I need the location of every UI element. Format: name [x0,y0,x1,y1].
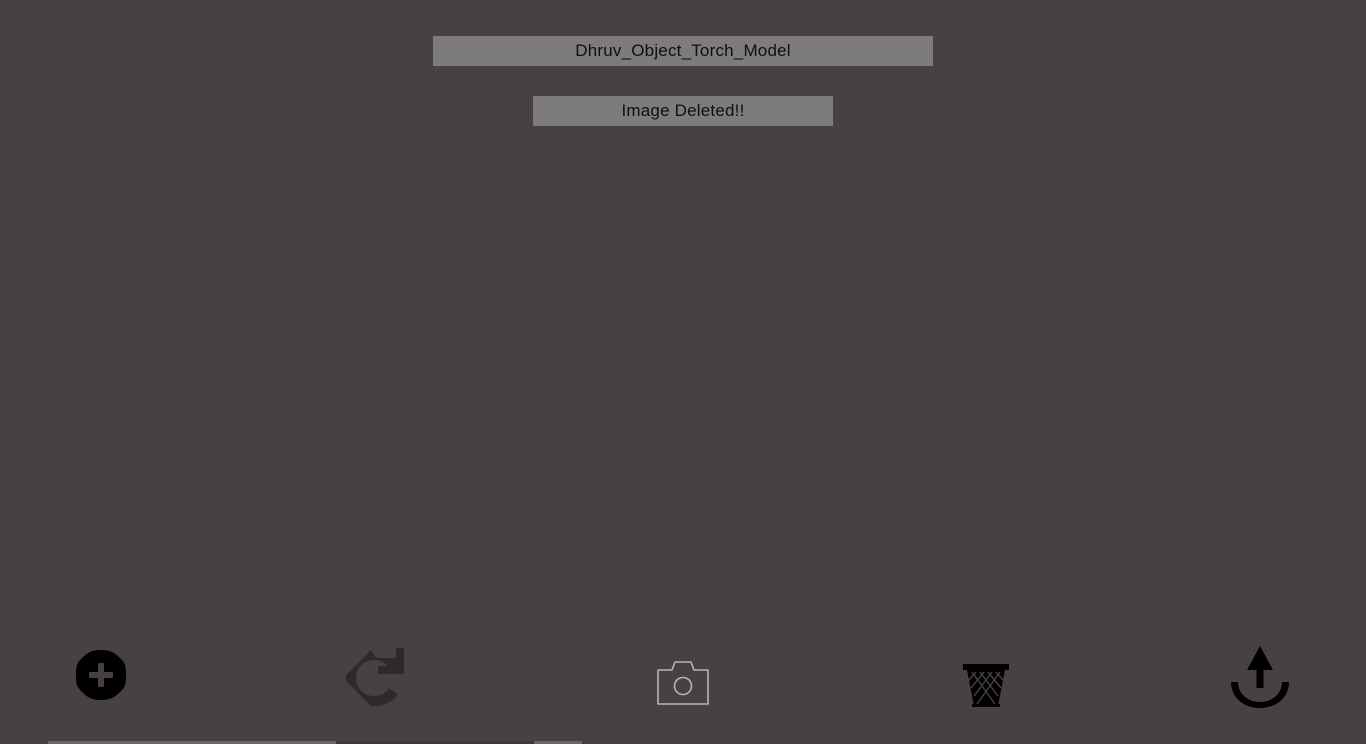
delete-button[interactable] [960,660,1012,710]
camera-button[interactable] [654,656,712,708]
app-screen: Dhruv_Object_Torch_Model Image Deleted!! [0,0,1366,744]
camera-icon [657,661,709,705]
trash-basket-icon [963,664,1009,707]
redo-arrow-icon [346,648,404,706]
redo-button[interactable] [338,644,406,710]
add-circle-icon [76,650,126,700]
model-title: Dhruv_Object_Torch_Model [433,36,933,66]
upload-button[interactable] [1226,644,1294,710]
status-message: Image Deleted!! [533,96,833,126]
upload-arrow-icon [1231,646,1289,708]
add-button[interactable] [74,648,128,702]
